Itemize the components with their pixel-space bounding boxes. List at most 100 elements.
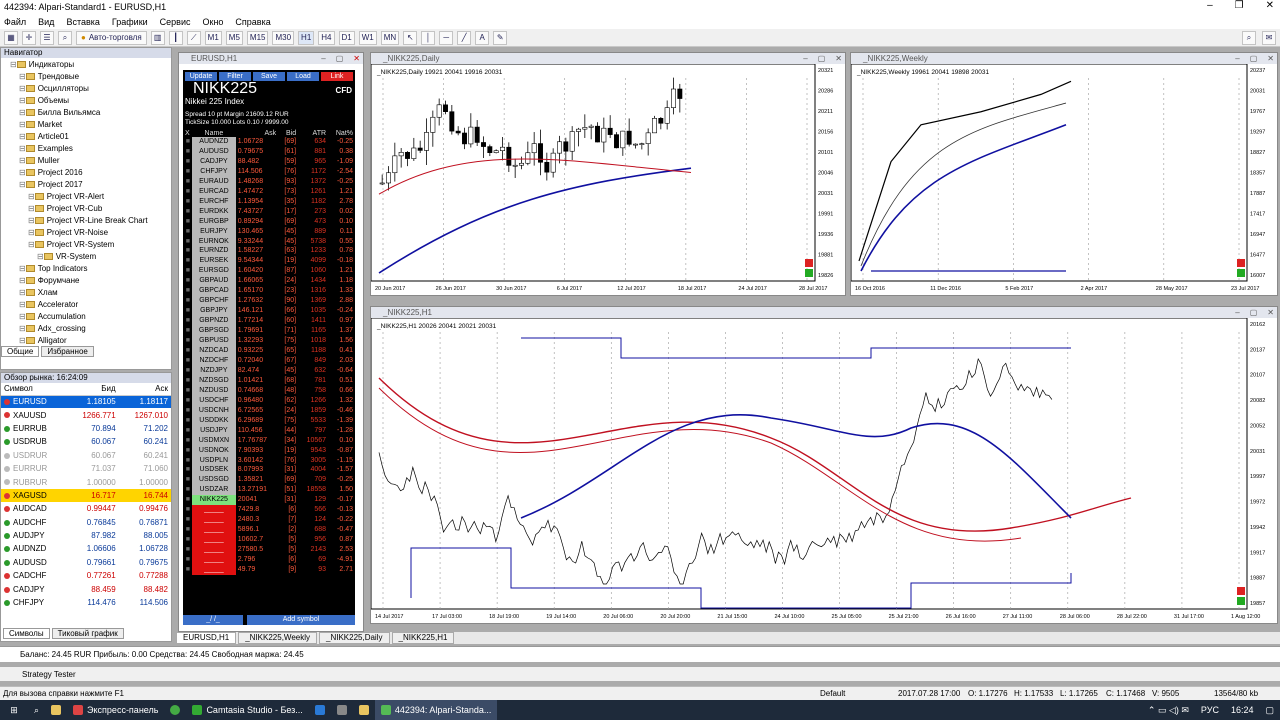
navigator-item[interactable]: ⊟ Индикаторы [1, 58, 171, 70]
win-min-icon[interactable]: – [1235, 53, 1239, 64]
symbol-row[interactable]: ■ GBPAUD 1.66065 [24] 1434 1.18 [183, 276, 355, 287]
trendline-icon[interactable]: ╱ [457, 30, 472, 45]
navigator-item[interactable]: ⊟ Accelerator [1, 298, 171, 310]
close-button[interactable]: ✕ [1266, 0, 1274, 11]
tf-mn[interactable]: MN [380, 30, 400, 45]
remove-icon[interactable]: ■ [183, 366, 192, 376]
expand-icon[interactable]: ⊟ [19, 72, 26, 81]
menu-window[interactable]: Окно [203, 17, 224, 27]
zoom-icon[interactable]: ⌕ [58, 30, 72, 45]
chart-tab-daily[interactable]: _NIKK225,Daily [319, 632, 390, 644]
table-row[interactable]: XAUUSD 1266.771 1267.010 [1, 408, 171, 421]
cursor-icon[interactable]: ↖ [403, 30, 418, 45]
col-ask[interactable]: Аск [118, 383, 171, 396]
remove-icon[interactable]: ■ [183, 266, 192, 276]
remove-icon[interactable]: ■ [183, 465, 192, 475]
expand-icon[interactable]: ⊟ [19, 276, 26, 285]
navigator-item[interactable]: ⊟ Project 2017 [1, 178, 171, 190]
chrome-icon[interactable] [164, 700, 186, 720]
expand-icon[interactable]: ⊟ [28, 204, 35, 213]
remove-icon[interactable]: ■ [183, 246, 192, 256]
expand-icon[interactable]: ⊟ [28, 228, 35, 237]
win-min-icon[interactable]: – [803, 53, 807, 64]
navigator-item[interactable]: ⊟ Project VR-Line Break Chart [1, 214, 171, 226]
symbol-row[interactable]: ■ GBPCAD 1.65170 [23] 1316 1.33 [183, 286, 355, 297]
remove-icon[interactable]: ■ [183, 446, 192, 456]
clock[interactable]: 16:24 [1225, 700, 1260, 720]
symbol-row[interactable]: ■ EURJPY 130.465 [45] 889 0.11 [183, 226, 355, 237]
col-symbol[interactable]: Символ [1, 383, 67, 396]
menu-file[interactable]: Файл [4, 17, 26, 27]
remove-icon[interactable]: ■ [183, 525, 192, 535]
remove-icon[interactable]: ■ [183, 207, 192, 217]
taskbar-express-panel[interactable]: Экспресс-панель [67, 700, 164, 720]
taskbar-metatrader[interactable]: 442394: Alpari-Standa... [374, 700, 498, 720]
remove-icon[interactable]: ■ [183, 346, 192, 356]
remove-icon[interactable]: ■ [183, 406, 192, 416]
remove-icon[interactable]: ■ [183, 316, 192, 326]
symbol-row[interactable]: ■ _____ 5896.1 [2] 688 -0.47 [183, 525, 355, 536]
h1-chart[interactable]: _NIKK225,H1 20026 20041 20021 20031 20162… [371, 318, 1277, 623]
symbol-row[interactable]: ■ CADJPY 88.482 [59] 965 -1.09 [183, 156, 355, 167]
chart-tab-eurusd[interactable]: EURUSD,H1 [176, 632, 237, 644]
navigator-item[interactable]: ⊟ Alligator [1, 334, 171, 346]
table-row[interactable]: CHFJPY 114.476 114.506 [1, 596, 171, 609]
vscode-icon[interactable] [309, 700, 331, 720]
symbol-row[interactable]: ■ _____ 27580.5 [5] 2143 2.53 [183, 545, 355, 556]
strategy-tester-tab[interactable]: Strategy Tester [0, 666, 1280, 681]
table-row[interactable]: USDRUR 60.067 60.241 [1, 449, 171, 462]
symbol-row[interactable]: ■ USDMXN 17.76787 [34] 10567 0.10 [183, 435, 355, 446]
symbol-row[interactable]: ■ USDSEK 8.07993 [31] 4004 -1.57 [183, 465, 355, 476]
symbol-row[interactable]: ■ _____ 7429.8 [6] 566 -0.13 [183, 505, 355, 516]
symbol-row[interactable]: ■ USDDKK 6.29689 [75] 5533 -1.39 [183, 415, 355, 426]
remove-icon[interactable]: ■ [183, 306, 192, 316]
save-button[interactable]: Save [253, 72, 285, 81]
start-icon[interactable]: ⊞ [0, 700, 28, 720]
tab-symbols[interactable]: Символы [3, 628, 50, 639]
line-chart-icon[interactable]: ⟋ [186, 30, 201, 45]
remove-icon[interactable]: ■ [183, 137, 192, 147]
navigator-icon[interactable]: ☰ [40, 30, 54, 45]
folder-icon[interactable] [353, 700, 375, 720]
weekly-chart[interactable]: _NIKK225,Weekly 19961 20041 19898 20031 2… [851, 64, 1277, 295]
symbol-row[interactable]: ■ EURAUD 1.48268 [93] 1372 -0.25 [183, 176, 355, 187]
navigator-item[interactable]: ⊟ Muller [1, 154, 171, 166]
win-max-icon[interactable]: ▢ [818, 53, 826, 64]
new-chart-icon[interactable]: ▦ [4, 30, 18, 45]
table-row[interactable]: XAGUSD 16.717 16.744 [1, 488, 171, 503]
add-symbol-button[interactable]: Add symbol [247, 615, 355, 625]
crosshair-icon[interactable]: ✛ [22, 30, 36, 45]
navigator-item[interactable]: ⊟ Project VR-Cub [1, 202, 171, 214]
expand-icon[interactable]: ⊟ [19, 312, 26, 321]
navigator-item[interactable]: ⊟ Top Indicators [1, 262, 171, 274]
win-max-icon[interactable]: ▢ [336, 53, 344, 64]
win-close-icon[interactable]: ✕ [353, 53, 360, 64]
tf-w1[interactable]: W1 [358, 30, 377, 45]
symbol-row[interactable]: ■ AUDUSD 0.79675 [61] 881 0.38 [183, 146, 355, 157]
win-min-icon[interactable]: – [1235, 307, 1239, 318]
symbol-row[interactable]: ■ EURDKK 7.43727 [17] 273 0.02 [183, 206, 355, 217]
symbol-row[interactable]: ■ EURCHF 1.13954 [35] 1182 2.78 [183, 196, 355, 207]
symbol-row[interactable]: ■ NZDSGD 1.01421 [68] 781 0.51 [183, 375, 355, 386]
remove-icon[interactable]: ■ [183, 296, 192, 306]
remove-icon[interactable]: ■ [183, 475, 192, 485]
win-close-icon[interactable]: ✕ [835, 53, 842, 64]
tf-m1[interactable]: M1 [204, 30, 222, 45]
hline-icon[interactable]: ─ [439, 30, 454, 45]
notifications-icon[interactable]: ▢ [1259, 700, 1280, 720]
search-icon[interactable]: ⌕ [28, 700, 45, 720]
remove-icon[interactable]: ■ [183, 326, 192, 336]
remove-icon[interactable]: ■ [183, 386, 192, 396]
symbol-row[interactable]: ■ USDCNH 6.72565 [24] 1859 -0.46 [183, 405, 355, 416]
expand-icon[interactable]: ⊟ [19, 144, 26, 153]
expand-icon[interactable]: ⊟ [37, 252, 44, 261]
symbol-row[interactable]: ■ CHFJPY 114.506 [76] 1172 -2.54 [183, 166, 355, 177]
tab-favorites[interactable]: Избранное [41, 346, 94, 357]
symbol-row[interactable]: ■ GBPJPY 146.121 [66] 1035 -0.24 [183, 306, 355, 317]
win-max-icon[interactable]: ▢ [1250, 53, 1258, 64]
bar-chart-icon[interactable]: ▥ [150, 30, 165, 45]
remove-icon[interactable]: ■ [183, 505, 192, 515]
navigator-item[interactable]: ⊟ Article01 [1, 130, 171, 142]
tf-m15[interactable]: M15 [246, 30, 269, 45]
symbol-row[interactable]: ■ USDCHF 0.96480 [62] 1266 1.32 [183, 395, 355, 406]
